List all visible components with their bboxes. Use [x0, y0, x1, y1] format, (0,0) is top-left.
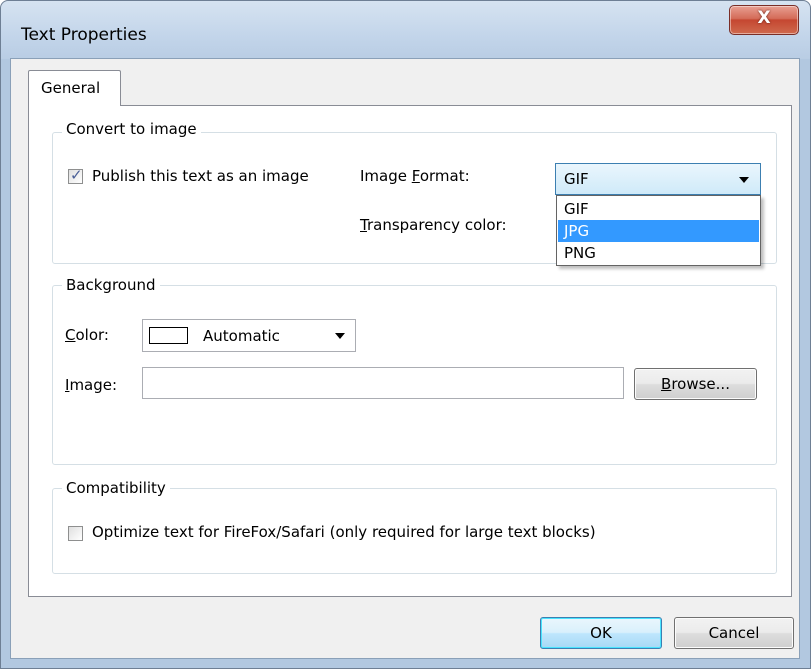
close-icon: X [757, 8, 771, 28]
compatibility-group-label: Compatibility [62, 479, 170, 497]
window-title: Text Properties [21, 25, 147, 45]
chevron-down-icon [739, 177, 749, 183]
chevron-down-icon [335, 333, 345, 339]
color-swatch [149, 327, 188, 344]
publish-as-image-checkbox[interactable]: ✓ [68, 166, 83, 184]
optimize-text-checkbox[interactable] [68, 526, 83, 541]
browse-button[interactable]: Browse... [634, 368, 757, 400]
title-bar[interactable]: Text Properties X [1, 1, 810, 59]
color-label: Color: [65, 326, 109, 344]
image-format-value: GIF [564, 170, 589, 188]
image-format-option-gif[interactable]: GIF [558, 198, 759, 220]
tab-general-label: General [41, 79, 101, 97]
optimize-text-label[interactable]: Optimize text for FireFox/Safari (only r… [92, 523, 596, 541]
checkmark-icon: ✓ [70, 166, 83, 184]
publish-as-image-label[interactable]: Publish this text as an image [92, 167, 309, 185]
background-image-input[interactable] [142, 367, 624, 399]
image-format-option-png[interactable]: PNG [558, 242, 759, 264]
image-format-label: Image Format: [360, 167, 470, 185]
ok-button-label: OK [590, 624, 612, 642]
background-color-select[interactable]: Automatic [142, 319, 356, 352]
image-label: Image: [65, 376, 118, 394]
tab-general[interactable]: General [28, 70, 121, 106]
image-format-select[interactable]: GIF [555, 163, 761, 195]
close-button[interactable]: X [729, 5, 799, 35]
cancel-button-label: Cancel [708, 624, 760, 642]
cancel-button[interactable]: Cancel [674, 617, 794, 649]
background-color-value: Automatic [203, 327, 280, 345]
convert-to-image-group-label: Convert to image [62, 120, 201, 138]
image-format-dropdown-list: GIF JPG PNG [556, 195, 761, 266]
ok-button[interactable]: OK [540, 617, 662, 649]
transparency-color-label: Transparency color: [360, 216, 507, 234]
background-group-label: Background [62, 276, 160, 294]
image-format-option-jpg[interactable]: JPG [558, 220, 759, 242]
